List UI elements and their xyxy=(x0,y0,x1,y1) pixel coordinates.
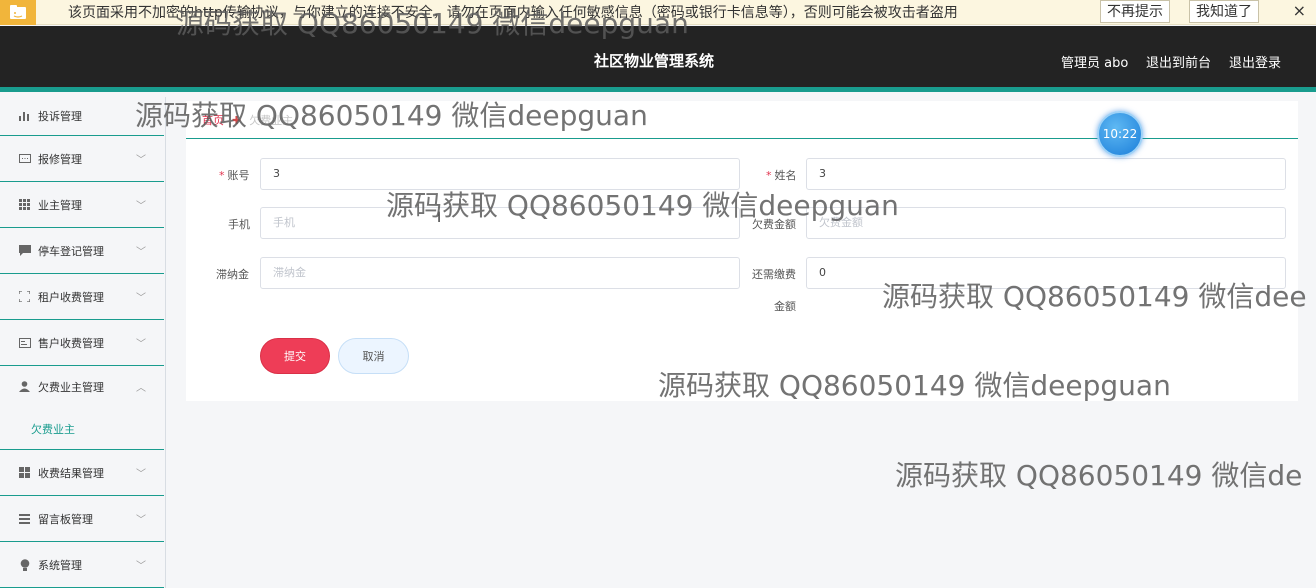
breadcrumb: 首页 ✚ 欠费业主 xyxy=(202,112,293,128)
chevron-down-icon: ﹀ xyxy=(136,338,146,350)
sidebar-item-complaints[interactable]: 投诉管理 xyxy=(0,97,164,136)
sidebar-item-tenant-fees[interactable]: 租户收费管理 ﹀ xyxy=(0,274,164,320)
message-icon xyxy=(18,152,31,165)
sidebar-item-message-board[interactable]: 留言板管理 ﹀ xyxy=(0,496,164,542)
account-label: * 账号 xyxy=(219,169,250,182)
folder-icon xyxy=(0,0,36,25)
text-cursor-icon: I xyxy=(437,210,442,226)
sidebar-item-charge-results[interactable]: 收费结果管理 ﹀ xyxy=(0,450,164,496)
top-navbar: 社区物业管理系统 管理员 abo 退出到前台 退出登录 xyxy=(0,26,1316,92)
logout-link[interactable]: 退出登录 xyxy=(1229,52,1281,71)
sidebar-item-system[interactable]: 系统管理 ﹀ xyxy=(0,542,164,588)
account-input[interactable]: 3 xyxy=(260,158,740,190)
sidebar-item-arrears[interactable]: 欠费业主管理 ︿ xyxy=(0,366,164,407)
sidebar-subitem-arrears-owner[interactable]: 欠费业主 xyxy=(0,409,164,450)
exit-to-frontend-link[interactable]: 退出到前台 xyxy=(1146,52,1211,71)
sidebar-item-owners[interactable]: 业主管理 ﹀ xyxy=(0,182,164,228)
breadcrumb-current: 欠费业主 xyxy=(249,114,294,127)
sidebar-item-label: 业主管理 xyxy=(38,198,82,212)
chevron-down-icon: ﹀ xyxy=(136,200,146,212)
late-fee-label: 滞纳金 xyxy=(216,268,249,281)
sidebar-item-label: 停车登记管理 xyxy=(38,244,104,258)
sidebar-item-repairs[interactable]: 报修管理 ﹀ xyxy=(0,136,164,182)
sidebar-item-label: 投诉管理 xyxy=(38,110,82,123)
payable-amount-label: 还需缴费 xyxy=(752,268,796,281)
sidebar-item-parking[interactable]: 停车登记管理 ﹀ xyxy=(0,228,164,274)
submit-button[interactable]: 提交 xyxy=(260,338,330,374)
card-icon xyxy=(18,336,31,349)
phone-input[interactable]: 手机 xyxy=(260,207,740,239)
sidebar-item-label: 欠费业主管理 xyxy=(38,380,104,394)
sidebar-item-label: 收费结果管理 xyxy=(38,466,104,480)
got-it-button[interactable]: 我知道了 xyxy=(1189,0,1259,23)
watermark: 源码获取 QQ86050149 微信de xyxy=(895,459,1303,492)
phone-label: 手机 xyxy=(228,218,250,231)
sidebar-item-label: 留言板管理 xyxy=(38,512,93,526)
name-label: * 姓名 xyxy=(766,169,797,182)
sidebar-item-sale-fees[interactable]: 售户收费管理 ﹀ xyxy=(0,320,164,366)
sidebar-item-label: 售户收费管理 xyxy=(38,336,104,350)
chevron-down-icon: ﹀ xyxy=(136,468,146,480)
sidebar: 投诉管理 报修管理 ﹀ 业主管理 ﹀ 停车登记管理 ﹀ 租户收费管理 ﹀ 售户收… xyxy=(0,97,166,588)
chat-icon xyxy=(18,244,31,257)
cancel-button[interactable]: 取消 xyxy=(338,338,409,374)
current-user: 管理员 abo xyxy=(1061,56,1129,71)
breadcrumb-home[interactable]: 首页 xyxy=(202,114,224,127)
banner-message: 该页面采用不加密的http传输协议，与你建立的连接不安全，请勿在页面内输入任何敏… xyxy=(68,5,958,21)
arrears-amount-input[interactable]: 欠费金额 xyxy=(806,207,1286,239)
grid-icon xyxy=(18,466,31,479)
chevron-up-icon: ︿ xyxy=(136,382,146,394)
chevron-down-icon: ﹀ xyxy=(136,560,146,572)
sidebar-subitem-label: 欠费业主 xyxy=(31,423,75,436)
app-title: 社区物业管理系统 xyxy=(594,52,715,70)
name-input[interactable]: 3 xyxy=(806,158,1286,190)
chevron-down-icon: ﹀ xyxy=(136,154,146,166)
user-icon xyxy=(18,380,31,393)
chevron-down-icon: ﹀ xyxy=(136,292,146,304)
grid-icon xyxy=(18,198,31,211)
bulb-icon xyxy=(18,558,31,571)
sidebar-item-label: 系统管理 xyxy=(38,558,82,572)
list-icon xyxy=(18,512,31,525)
fullscreen-icon xyxy=(18,290,31,303)
dont-show-again-button[interactable]: 不再提示 xyxy=(1100,0,1170,23)
chevron-down-icon: ﹀ xyxy=(136,514,146,526)
chevron-down-icon: ﹀ xyxy=(136,246,146,258)
close-icon[interactable]: × xyxy=(1293,1,1306,20)
sidebar-item-label: 租户收费管理 xyxy=(38,290,104,304)
late-fee-input[interactable]: 滞纳金 xyxy=(260,257,740,289)
insecure-connection-banner: 该页面采用不加密的http传输协议，与你建立的连接不安全，请勿在页面内输入任何敏… xyxy=(0,0,1316,25)
sidebar-item-label: 报修管理 xyxy=(38,152,82,166)
floating-clock-widget[interactable]: 10:22 xyxy=(1097,111,1143,157)
payable-amount-label-line2: 金额 xyxy=(774,300,796,313)
payable-amount-input[interactable]: 0 xyxy=(806,257,1286,289)
arrears-amount-label: 欠费金额 xyxy=(752,218,796,231)
breadcrumb-separator-icon: ✚ xyxy=(232,114,242,127)
bar-chart-icon xyxy=(18,110,31,123)
